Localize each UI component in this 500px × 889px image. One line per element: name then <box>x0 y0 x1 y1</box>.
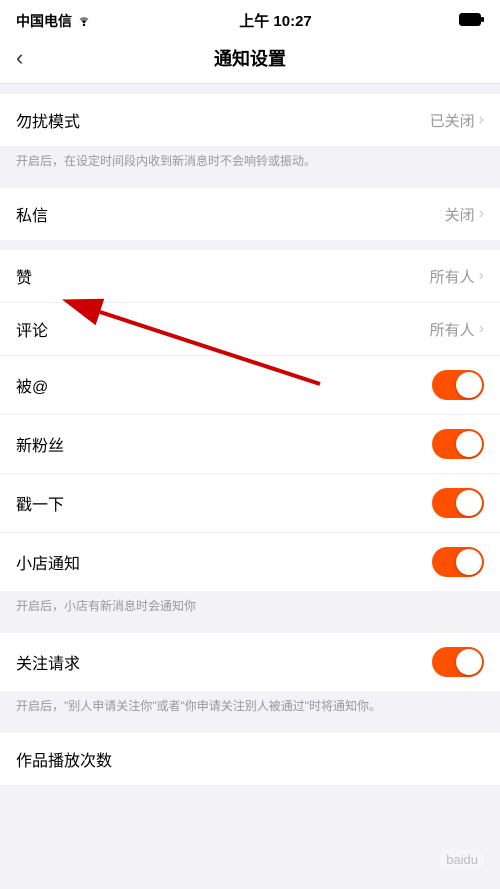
back-button[interactable]: ‹ <box>16 45 23 71</box>
content-area: 勿扰模式 已关闭 › 开启后，在设定时间段内收到新消息时不会响铃或振动。 私信 … <box>0 94 500 785</box>
do-not-disturb-status: 已关闭 <box>430 110 475 131</box>
new-follower-item: 新粉丝 <box>0 415 500 474</box>
status-right <box>459 13 484 29</box>
watermark: baidu <box>440 850 484 869</box>
comment-label: 评论 <box>16 317 48 341</box>
private-message-status: 关闭 <box>445 204 475 225</box>
comment-item[interactable]: 评论 所有人 › <box>0 303 500 356</box>
status-left: 中国电信 <box>16 11 92 31</box>
like-right: 所有人 › <box>430 266 484 287</box>
section-private-message: 私信 关闭 › <box>0 188 500 240</box>
carrier-label: 中国电信 <box>16 11 72 31</box>
like-status: 所有人 <box>430 266 475 287</box>
shop-notice-desc: 开启后，小店有新消息时会通知你 <box>0 591 500 623</box>
section-interactions: 赞 所有人 › 评论 所有人 › 被@ 新粉丝 <box>0 250 500 591</box>
battery-icon <box>459 13 484 29</box>
do-not-disturb-desc: 开启后，在设定时间段内收到新消息时不会响铃或振动。 <box>0 146 500 178</box>
new-follower-toggle[interactable] <box>432 429 484 459</box>
private-message-right: 关闭 › <box>445 204 484 225</box>
shop-notice-label: 小店通知 <box>16 550 80 574</box>
play-count-item[interactable]: 作品播放次数 <box>0 733 500 785</box>
do-not-disturb-item[interactable]: 勿扰模式 已关闭 › <box>0 94 500 146</box>
private-message-label: 私信 <box>16 202 48 226</box>
poke-toggle[interactable] <box>432 488 484 518</box>
new-follower-label: 新粉丝 <box>16 432 64 456</box>
private-message-item[interactable]: 私信 关闭 › <box>0 188 500 240</box>
page-title: 通知设置 <box>214 45 286 71</box>
chevron-icon: › <box>479 111 484 129</box>
follow-request-item: 关注请求 <box>0 633 500 691</box>
wifi-icon <box>76 13 92 29</box>
section-follow-request: 关注请求 <box>0 633 500 691</box>
follow-request-label: 关注请求 <box>16 650 80 674</box>
mention-item: 被@ <box>0 356 500 415</box>
like-item[interactable]: 赞 所有人 › <box>0 250 500 303</box>
chevron-icon-2: › <box>479 205 484 223</box>
poke-item: 戳一下 <box>0 474 500 533</box>
do-not-disturb-right: 已关闭 › <box>430 110 484 131</box>
poke-label: 戳一下 <box>16 491 64 515</box>
section-do-not-disturb: 勿扰模式 已关闭 › <box>0 94 500 146</box>
comment-right: 所有人 › <box>430 319 484 340</box>
shop-notice-toggle[interactable] <box>432 547 484 577</box>
status-bar: 中国电信 上午 10:27 <box>0 0 500 37</box>
section-play-count: 作品播放次数 <box>0 733 500 785</box>
follow-request-desc: 开启后，"别人申请关注你"或者"你申请关注别人被通过"时将通知你。 <box>0 691 500 723</box>
chevron-icon-4: › <box>479 320 484 338</box>
shop-notice-item: 小店通知 <box>0 533 500 591</box>
chevron-icon-3: › <box>479 267 484 285</box>
mention-toggle[interactable] <box>432 370 484 400</box>
page-wrapper: 中国电信 上午 10:27 ‹ 通知设置 <box>0 0 500 785</box>
like-label: 赞 <box>16 264 32 288</box>
play-count-label: 作品播放次数 <box>16 747 112 771</box>
mention-label: 被@ <box>16 373 48 397</box>
nav-bar: ‹ 通知设置 <box>0 37 500 84</box>
time-label: 上午 10:27 <box>239 10 312 31</box>
comment-status: 所有人 <box>430 319 475 340</box>
do-not-disturb-label: 勿扰模式 <box>16 108 80 132</box>
follow-request-toggle[interactable] <box>432 647 484 677</box>
